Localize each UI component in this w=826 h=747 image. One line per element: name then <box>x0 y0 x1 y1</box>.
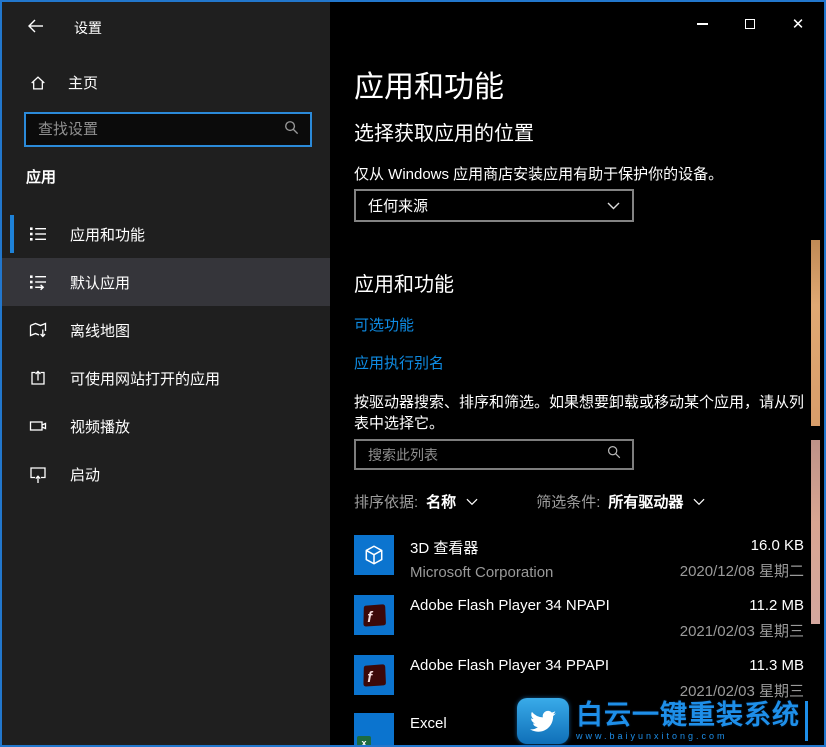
search-list-input[interactable] <box>366 446 606 464</box>
apps-list-description: 按驱动器搜索、排序和筛选。如果想要卸载或移动某个应用，请从列表中选择它。 <box>354 392 810 434</box>
chevron-down-icon[interactable] <box>693 498 705 506</box>
close-button[interactable]: ✕ <box>788 14 808 34</box>
apps-for-websites-icon <box>28 368 48 388</box>
default-apps-icon <box>28 272 48 292</box>
flash-player-icon: f <box>354 595 394 635</box>
startup-icon <box>28 464 48 484</box>
search-icon <box>606 444 622 465</box>
app-row-flash-ppapi[interactable]: f Adobe Flash Player 34 PPAPI 11.3 MB 20… <box>354 655 804 701</box>
app-publisher: Microsoft Corporation <box>410 564 553 581</box>
maximize-button[interactable] <box>740 14 760 34</box>
sidebar: 设置 主页 应用 应用和功能 <box>2 2 330 745</box>
sort-by-label: 排序依据: <box>354 491 418 512</box>
video-playback-icon <box>28 416 48 436</box>
app-size: 11.3 MB <box>680 657 804 674</box>
apps-features-icon <box>28 224 48 244</box>
scrollbar-thumb[interactable] <box>811 240 820 426</box>
app-name: Adobe Flash Player 34 PPAPI <box>410 657 609 674</box>
search-icon <box>283 119 300 141</box>
window-title: 设置 <box>74 18 102 38</box>
app-row-flash-npapi[interactable]: f Adobe Flash Player 34 NPAPI 11.2 MB 20… <box>354 595 804 641</box>
sidebar-item-apps-for-websites[interactable]: 可使用网站打开的应用 <box>2 354 330 402</box>
excel-glyph: x <box>357 736 371 747</box>
app-name: Excel <box>410 715 447 732</box>
app-name: Adobe Flash Player 34 NPAPI <box>410 597 610 614</box>
sidebar-item-home[interactable]: 主页 <box>28 72 98 93</box>
app-date: 2020/12/08 星期二 <box>680 560 804 581</box>
sidebar-item-video-playback[interactable]: 视频播放 <box>2 402 330 450</box>
find-settings-input[interactable] <box>36 120 283 139</box>
sidebar-item-label: 应用和功能 <box>70 224 145 245</box>
sort-filter-row: 排序依据: 名称 筛选条件: 所有驱动器 <box>354 491 705 512</box>
page-title: 应用和功能 <box>354 62 504 106</box>
minimize-icon <box>697 23 708 25</box>
3d-viewer-icon <box>354 535 394 575</box>
watermark-text-block: 白云一键重装系统 www.baiyunxitong.com <box>576 701 808 740</box>
sidebar-section-label: 应用 <box>26 166 56 187</box>
sidebar-item-apps-features[interactable]: 应用和功能 <box>2 210 330 258</box>
settings-window: 设置 主页 应用 应用和功能 <box>0 0 826 747</box>
sidebar-item-default-apps[interactable]: 默认应用 <box>2 258 330 306</box>
filter-by-value[interactable]: 所有驱动器 <box>608 491 683 512</box>
flash-player-icon: f <box>354 655 394 695</box>
close-icon: ✕ <box>792 17 805 32</box>
sidebar-item-startup[interactable]: 启动 <box>2 450 330 498</box>
maximize-icon <box>745 19 755 29</box>
sidebar-item-label: 视频播放 <box>70 416 130 437</box>
app-row-3d-viewer[interactable]: 3D 查看器 Microsoft Corporation 16.0 KB 202… <box>354 535 804 581</box>
optional-features-link[interactable]: 可选功能 <box>354 314 414 335</box>
app-size: 16.0 KB <box>680 537 804 554</box>
sidebar-item-label: 启动 <box>70 464 100 485</box>
choose-source-heading: 选择获取应用的位置 <box>354 117 534 146</box>
watermark-title: 白云一键重装系统 <box>576 701 800 729</box>
app-source-dropdown-value: 任何来源 <box>368 195 428 216</box>
app-size: 11.2 MB <box>680 597 804 614</box>
app-date: 2021/02/03 星期三 <box>680 620 804 641</box>
sidebar-item-label: 可使用网站打开的应用 <box>70 368 220 389</box>
chevron-down-icon[interactable] <box>466 498 478 506</box>
offline-maps-icon <box>28 320 48 340</box>
search-list-box <box>354 439 634 470</box>
filter-by-label: 筛选条件: <box>536 491 600 512</box>
sidebar-nav: 应用和功能 默认应用 离线地图 可使用网站打开的应用 <box>2 210 330 498</box>
excel-icon: x <box>354 713 394 747</box>
watermark-url: www.baiyunxitong.com <box>576 731 800 741</box>
sort-by-value[interactable]: 名称 <box>426 491 456 512</box>
chevron-down-icon <box>607 202 620 210</box>
app-execution-aliases-link[interactable]: 应用执行别名 <box>354 352 444 373</box>
sidebar-home-label: 主页 <box>68 72 98 93</box>
find-settings-box <box>24 112 312 147</box>
choose-source-description: 仅从 Windows 应用商店安装应用有助于保护你的设备。 <box>354 163 723 184</box>
app-name: 3D 查看器 <box>410 537 553 558</box>
sidebar-item-label: 默认应用 <box>70 272 130 293</box>
apps-features-heading: 应用和功能 <box>354 268 454 297</box>
window-controls: ✕ <box>692 14 808 34</box>
bird-icon <box>517 698 569 744</box>
sidebar-item-offline-maps[interactable]: 离线地图 <box>2 306 330 354</box>
home-icon <box>28 73 48 93</box>
scrollbar-thumb[interactable] <box>811 440 820 624</box>
minimize-button[interactable] <box>692 14 712 34</box>
watermark: 白云一键重装系统 www.baiyunxitong.com <box>517 698 808 744</box>
app-source-dropdown[interactable]: 任何来源 <box>354 189 634 222</box>
sidebar-item-label: 离线地图 <box>70 320 130 341</box>
back-icon[interactable] <box>26 16 46 36</box>
